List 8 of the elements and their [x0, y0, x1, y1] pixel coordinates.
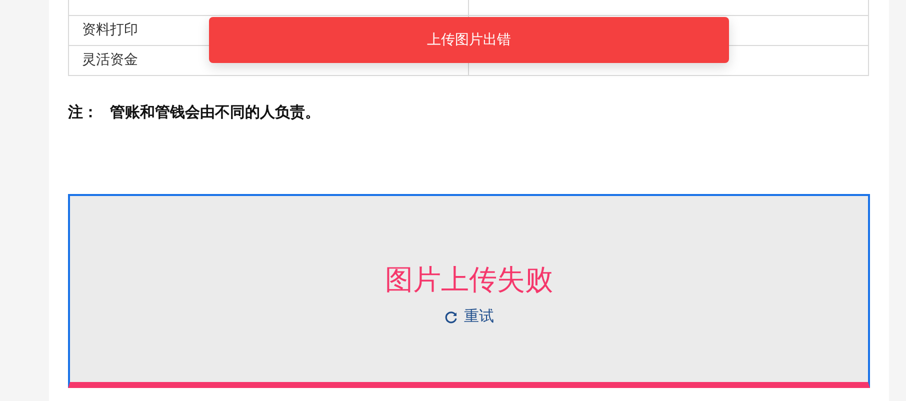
table-cell: 资料打印 — [82, 22, 138, 38]
retry-button[interactable]: 重试 — [444, 307, 494, 326]
note-text: 管账和管钱会由不同的人负责。 — [110, 102, 320, 122]
upload-error-message: 图片上传失败 — [385, 262, 553, 298]
note-label: 注： — [68, 102, 98, 122]
table-cell: 灵活资金 — [82, 52, 138, 68]
refresh-icon — [444, 310, 458, 324]
error-toast: 上传图片出错 — [209, 17, 729, 63]
